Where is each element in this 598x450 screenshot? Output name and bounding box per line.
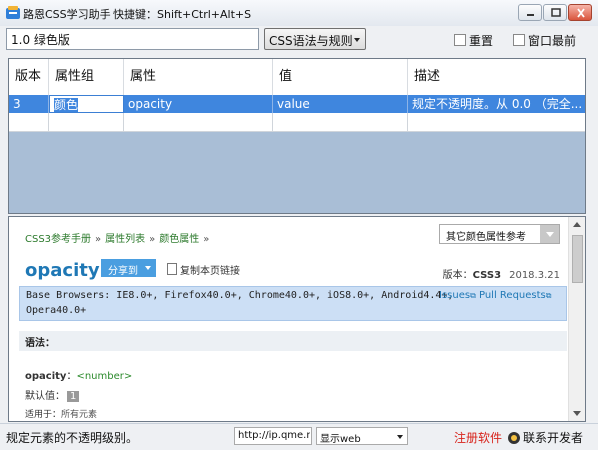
version-info: 版本：CSS3 2018.3.21 [443, 266, 560, 281]
column-header-version[interactable]: 版本 [9, 59, 49, 95]
maximize-icon [551, 8, 561, 17]
contact-developer-link[interactable]: 联系开发者 [508, 429, 583, 446]
browsers-line-1: Base Browsers: IE8.0+, Firefox40.0+, Chr… [26, 290, 454, 301]
breadcrumb-separator: » [95, 234, 102, 245]
checkbox-box[interactable] [454, 34, 466, 46]
property-grid[interactable]: 版本 属性组 属性 值 描述 3 颜色 opacity value 规定不透明度… [8, 58, 586, 214]
version-label: 版本： [442, 270, 473, 281]
table-row-selected[interactable]: 3 颜色 opacity value 规定不透明度。从 0.0 （完全... [9, 95, 585, 113]
hotkey-hint: 快捷键：Shift+Ctrl+Alt+S [113, 8, 252, 21]
page-icon [167, 263, 177, 275]
chevron-down-icon [145, 266, 151, 270]
syntax-property: opacity [25, 371, 67, 382]
cell-group-editor[interactable]: 颜色 [49, 95, 124, 113]
column-header-property[interactable]: 属性 [124, 59, 273, 95]
app-icon [6, 6, 20, 19]
share-label: 分享到 [108, 266, 138, 277]
version-value: CSS3 [472, 270, 502, 281]
minimize-button[interactable] [518, 4, 542, 21]
column-header-group[interactable]: 属性组 [49, 59, 124, 95]
toolbar: CSS语法与规则 重置 窗口最前 [0, 26, 598, 54]
copy-link-button[interactable]: 复制本页链接 [167, 262, 240, 277]
external-link-icon: ⧉ [545, 291, 552, 300]
copy-link-label: 复制本页链接 [180, 266, 240, 277]
checkbox-box[interactable] [513, 34, 525, 46]
related-reference-label: 其它颜色属性参考 [446, 232, 526, 243]
status-bar: 规定元素的不透明级别。 http://ip.qme.na 显示web 注册软件 … [0, 423, 598, 450]
dropdown-arrow-button[interactable] [540, 225, 559, 243]
display-mode-label: 显示web [320, 434, 361, 445]
url-field[interactable]: http://ip.qme.na [234, 427, 312, 445]
syntax-heading: 语法： [25, 338, 55, 349]
syntax-value-link[interactable]: <number> [76, 371, 132, 382]
status-text: 规定元素的不透明级别。 [6, 431, 139, 445]
maximize-button[interactable] [543, 4, 567, 21]
empty-cell[interactable] [9, 113, 49, 131]
chevron-down-icon [546, 232, 554, 237]
close-icon [577, 8, 585, 18]
doc-date: 2018.3.21 [509, 270, 560, 281]
contact-label: 联系开发者 [523, 431, 584, 445]
reset-label: 重置 [469, 34, 494, 48]
title-bar: 路恩CSS学习助手 快捷键：Shift+Ctrl+Alt+S [0, 0, 598, 27]
repo-links: Issues⧉ Pull Requests⧉ [439, 290, 551, 301]
column-header-description[interactable]: 描述 [408, 59, 585, 95]
table-row-empty[interactable] [9, 113, 585, 132]
breadcrumb-item-property-list[interactable]: 属性列表 [105, 234, 145, 245]
mode-dropdown-label: CSS语法与规则 [269, 34, 353, 48]
cell-version[interactable]: 3 [9, 95, 49, 113]
column-header-value[interactable]: 值 [273, 59, 408, 95]
applies-value: 所有元素 [61, 410, 98, 420]
syntax-section-header: 语法： [19, 331, 567, 351]
breadcrumb-item-manual[interactable]: CSS3参考手册 [25, 234, 91, 245]
pull-requests-link[interactable]: Pull Requests [479, 290, 546, 301]
syntax-line: opacity：<number> [25, 367, 132, 382]
grid-header: 版本 属性组 属性 值 描述 [9, 59, 585, 96]
default-value-badge: 1 [67, 391, 80, 402]
mode-dropdown[interactable]: CSS语法与规则 [264, 28, 366, 50]
breadcrumb: CSS3参考手册» 属性列表» 颜色属性» [25, 230, 213, 245]
breadcrumb-separator: » [149, 234, 156, 245]
applies-to-line: 适用于：所有元素 [25, 407, 97, 420]
external-link-icon: ⧉ [470, 291, 476, 300]
scroll-down-icon[interactable] [573, 411, 581, 416]
cell-property[interactable]: opacity [124, 95, 273, 113]
syntax-colon: ： [66, 371, 77, 382]
browsers-line-2: Opera40.0+ [26, 305, 87, 316]
qq-icon [508, 432, 520, 444]
empty-cell[interactable] [49, 113, 124, 131]
url-text: http://ip.qme.na [238, 430, 310, 441]
register-link[interactable]: 注册软件 [454, 429, 502, 446]
doc-pane[interactable]: CSS3参考手册» 属性列表» 颜色属性» 其它颜色属性参考 opacity 分享到… [8, 216, 586, 422]
empty-cell[interactable] [273, 113, 408, 131]
topmost-label: 窗口最前 [528, 34, 577, 48]
related-reference-select[interactable]: 其它颜色属性参考 [439, 224, 560, 244]
scroll-thumb[interactable] [572, 235, 583, 283]
display-mode-select[interactable]: 显示web [316, 427, 408, 445]
chevron-down-icon [354, 38, 360, 42]
default-value-line: 默认值： 1 [25, 387, 80, 402]
breadcrumb-item-color-props[interactable]: 颜色属性 [159, 234, 199, 245]
version-field[interactable] [6, 28, 259, 50]
default-label: 默认值： [25, 391, 65, 402]
share-button[interactable]: 分享到 [101, 259, 156, 277]
breadcrumb-separator: » [203, 234, 210, 245]
cell-description[interactable]: 规定不透明度。从 0.0 （完全... [408, 95, 585, 113]
scroll-up-icon[interactable] [573, 222, 581, 227]
property-title: opacity [25, 260, 100, 281]
applies-label: 适用于： [25, 410, 62, 420]
minimize-icon [527, 14, 534, 16]
cell-group-text: 颜色 [54, 98, 79, 112]
doc-scrollbar[interactable] [568, 217, 585, 421]
window-title: 路恩CSS学习助手 [23, 8, 111, 21]
empty-cell[interactable] [124, 113, 273, 131]
empty-cell[interactable] [408, 113, 585, 131]
issues-link[interactable]: Issues [439, 290, 470, 301]
chevron-down-icon [397, 435, 403, 439]
browser-support-box: Base Browsers: IE8.0+, Firefox40.0+, Chr… [19, 286, 567, 321]
close-button[interactable] [568, 4, 592, 21]
cell-value[interactable]: value [273, 95, 408, 113]
